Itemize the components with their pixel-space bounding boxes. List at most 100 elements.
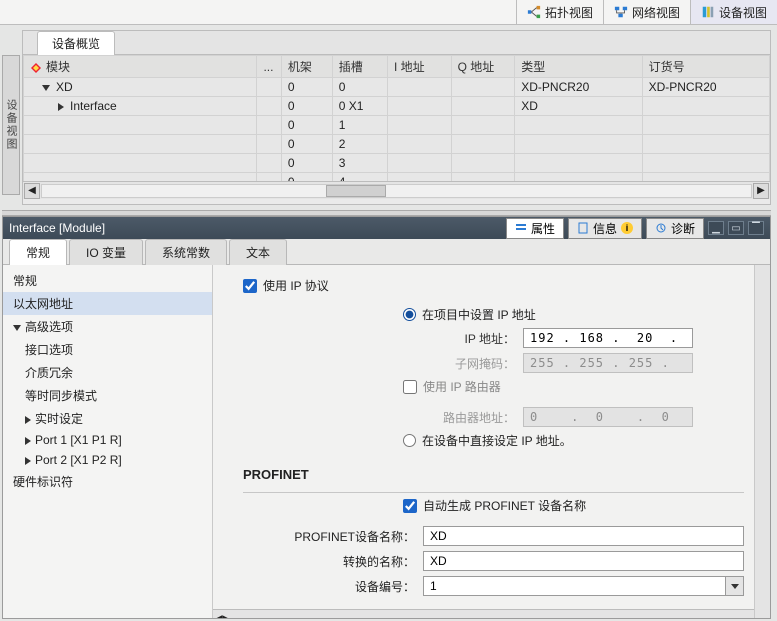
tree-hardware-id[interactable]: 硬件标识符	[3, 470, 212, 493]
scroll-track[interactable]	[41, 184, 752, 198]
col-order[interactable]: 订货号	[642, 56, 769, 78]
properties-icon	[515, 222, 527, 234]
tree-isochronous[interactable]: 等时同步模式	[3, 384, 212, 407]
col-rack[interactable]: 机架	[281, 56, 332, 78]
use-ip-label: 使用 IP 协议	[263, 277, 329, 294]
diagnostics-tab-button[interactable]: 诊断	[646, 218, 704, 239]
profinet-section-heading: PROFINET	[243, 467, 744, 482]
col-module[interactable]: 模块	[24, 56, 257, 78]
use-ip-checkbox[interactable]	[243, 279, 257, 293]
network-view-button[interactable]: 网络视图	[603, 0, 690, 24]
iovar-tab[interactable]: IO 变量	[69, 239, 143, 265]
set-ip-in-device-label: 在设备中直接设定 IP 地址。	[422, 432, 572, 449]
properties-tree: 常规 以太网地址 高级选项 接口选项 介质冗余 等时同步模式 实时设定 Port…	[3, 265, 213, 618]
converted-name-input[interactable]	[423, 551, 744, 571]
diagnostics-icon	[655, 222, 667, 234]
ip-address-input[interactable]	[523, 328, 693, 348]
table-row[interactable]: Interface00 X1XD	[24, 97, 770, 116]
info-tab-button[interactable]: 信息 i	[568, 218, 642, 239]
minimize-panel-button[interactable]: ▁	[708, 221, 724, 235]
properties-form: 使用 IP 协议 在项目中设置 IP 地址 IP 地址： 子网掩码：	[213, 265, 754, 618]
device-number-input[interactable]	[423, 576, 726, 596]
converted-name-label: 转换的名称：	[243, 553, 423, 570]
set-ip-in-device-radio[interactable]	[403, 434, 416, 447]
info-badge-icon: i	[621, 222, 633, 234]
tree-ethernet-address[interactable]: 以太网地址	[3, 292, 212, 315]
chevron-right-icon	[25, 437, 31, 445]
scroll-thumb[interactable]	[326, 185, 386, 197]
col-dots[interactable]: ...	[257, 56, 281, 78]
auto-generate-name-label: 自动生成 PROFINET 设备名称	[423, 497, 586, 514]
tree-general[interactable]: 常规	[3, 269, 212, 292]
chevron-right-icon	[25, 416, 31, 424]
device-view-strip: 设备视图	[2, 55, 20, 195]
chevron-right-icon	[58, 103, 64, 111]
device-view-label: 设备视图	[719, 4, 767, 21]
form-h-scrollbar[interactable]: ◀ ▶	[213, 609, 754, 618]
form-v-scrollbar[interactable]	[754, 265, 770, 618]
device-icon	[701, 5, 715, 19]
use-router-checkbox[interactable]	[403, 380, 417, 394]
use-router-label: 使用 IP 路由器	[423, 378, 501, 395]
table-row[interactable]: 01	[24, 116, 770, 135]
profinet-device-name-label: PROFINET设备名称：	[243, 528, 423, 545]
table-row[interactable]: 02	[24, 135, 770, 154]
topology-icon	[527, 5, 541, 19]
profinet-device-name-input[interactable]	[423, 526, 744, 546]
table-row[interactable]: XD00XD-PNCR20XD-PNCR20	[24, 78, 770, 97]
tree-port1[interactable]: Port 1 [X1 P1 R]	[3, 430, 212, 450]
properties-panel: Interface [Module] 属性 信息 i 诊断 ▁ ▭ ▔ 常规 I…	[2, 216, 771, 619]
table-row[interactable]: 03	[24, 154, 770, 173]
device-overview-tab[interactable]: 设备概览	[37, 31, 115, 55]
view-toolbar: 拓扑视图 网络视图 设备视图	[0, 0, 777, 25]
col-qaddr[interactable]: Q 地址	[451, 56, 515, 78]
network-icon	[614, 5, 628, 19]
sysconst-tab[interactable]: 系统常数	[145, 239, 227, 265]
subnet-mask-input	[523, 353, 693, 373]
network-view-label: 网络视图	[632, 4, 680, 21]
properties-titlebar: Interface [Module] 属性 信息 i 诊断 ▁ ▭ ▔	[3, 217, 770, 239]
ip-address-label: IP 地址：	[403, 330, 523, 347]
col-iaddr[interactable]: I 地址	[387, 56, 451, 78]
tree-interface-options[interactable]: 接口选项	[3, 338, 212, 361]
module-name: Interface	[70, 99, 117, 113]
general-tab[interactable]: 常规	[9, 239, 67, 265]
router-address-input	[523, 407, 693, 427]
chevron-down-icon	[13, 325, 21, 331]
chevron-right-icon	[25, 457, 31, 465]
device-view-button[interactable]: 设备视图	[690, 0, 777, 24]
expand-panel-button[interactable]: ▔	[748, 221, 764, 235]
restore-panel-button[interactable]: ▭	[728, 221, 744, 235]
properties-tab-button[interactable]: 属性	[506, 218, 564, 239]
table-row[interactable]: 04	[24, 173, 770, 182]
info-tab-icon	[577, 222, 589, 234]
tree-advanced-options[interactable]: 高级选项	[3, 315, 212, 338]
col-type[interactable]: 类型	[515, 56, 642, 78]
tree-port2[interactable]: Port 2 [X1 P2 R]	[3, 450, 212, 470]
set-ip-in-project-label: 在项目中设置 IP 地址	[422, 306, 536, 323]
device-number-label: 设备编号：	[243, 578, 423, 595]
module-header-icon	[30, 62, 42, 74]
overview-h-scrollbar[interactable]: ◀ ▶	[23, 181, 770, 199]
set-ip-in-project-radio[interactable]	[403, 308, 416, 321]
chevron-down-icon	[42, 85, 50, 91]
tree-realtime[interactable]: 实时设定	[3, 407, 212, 430]
topology-view-button[interactable]: 拓扑视图	[516, 0, 603, 24]
col-slot[interactable]: 插槽	[332, 56, 387, 78]
device-overview-panel: 设备概览 模块 ... 机架 插槽 I 地址 Q 地址 类型 订货号	[22, 30, 771, 205]
auto-generate-name-checkbox[interactable]	[403, 499, 417, 513]
topology-view-label: 拓扑视图	[545, 4, 593, 21]
scroll-left-button[interactable]: ◀	[213, 612, 222, 619]
properties-inner-tabs: 常规 IO 变量 系统常数 文本	[3, 239, 770, 265]
text-tab[interactable]: 文本	[229, 239, 287, 265]
module-title: Interface [Module]	[9, 221, 105, 235]
device-number-dropdown-button[interactable]	[726, 576, 744, 596]
section-divider	[243, 492, 744, 493]
overview-tabbar: 设备概览	[23, 31, 770, 55]
scroll-left-button[interactable]: ◀	[24, 183, 40, 199]
tree-media-redundancy[interactable]: 介质冗余	[3, 361, 212, 384]
scroll-right-button[interactable]: ▶	[222, 612, 231, 619]
module-name: XD	[56, 80, 73, 94]
scroll-right-button[interactable]: ▶	[753, 183, 769, 199]
device-overview-table: 模块 ... 机架 插槽 I 地址 Q 地址 类型 订货号 XD00XD-PNC…	[23, 55, 770, 181]
